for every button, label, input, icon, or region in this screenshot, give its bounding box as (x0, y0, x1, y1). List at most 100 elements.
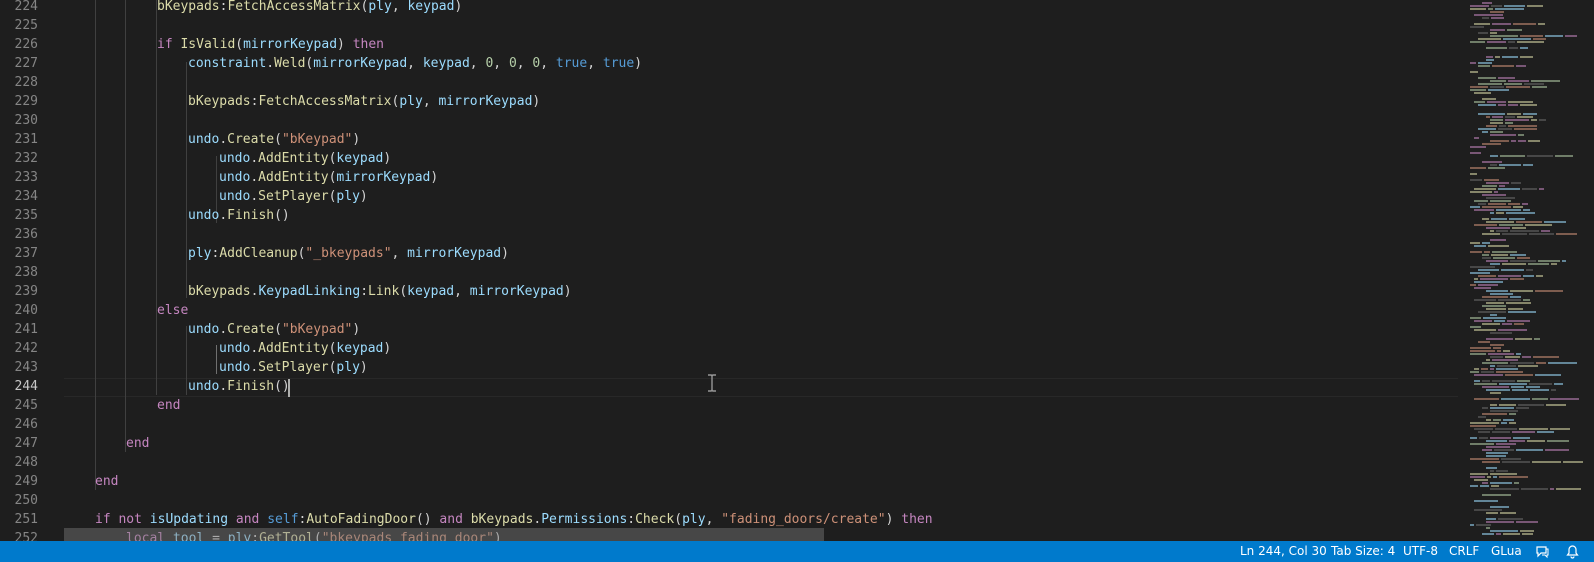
minimap-token (1554, 383, 1563, 385)
minimap-token (1470, 191, 1492, 193)
minimap-token (1536, 362, 1546, 364)
code-token: ply (336, 189, 360, 204)
minimap-token (1490, 344, 1504, 346)
minimap-token (1470, 206, 1480, 208)
code-area[interactable]: bKeypads:FetchAccessMatrix(ply, keypad) i… (64, 0, 1458, 541)
minimap-token (1508, 308, 1523, 310)
code-token: if (157, 37, 181, 52)
minimap-token (1523, 164, 1533, 166)
minimap-token (1494, 191, 1498, 193)
minimap-token (1510, 290, 1533, 292)
line-number: 239 (14, 284, 38, 299)
feedback-icon[interactable] (1535, 544, 1550, 559)
minimap-token (1470, 251, 1482, 253)
minimap-token (1507, 320, 1530, 322)
code-token: : (627, 512, 636, 527)
minimap-token (1482, 254, 1489, 256)
line-number: 248 (14, 455, 38, 470)
code-token: mirrorKeypad (313, 56, 408, 71)
line-ending[interactable]: CRLF (1449, 541, 1479, 562)
line-number-gutter[interactable]: 224 225 226 227 228 229 230 231 232 233 234 235 236 2… (0, 0, 60, 541)
minimap-token (1512, 227, 1526, 229)
minimap-token (1470, 458, 1499, 460)
minimap-token (1492, 380, 1515, 382)
minimap-token (1482, 305, 1506, 307)
minimap-token (1508, 104, 1518, 106)
minimap-token (1470, 350, 1495, 352)
minimap-token (1482, 131, 1488, 133)
minimap-token (1496, 470, 1508, 472)
minimap-token (1470, 167, 1486, 169)
minimap-token (1537, 431, 1554, 433)
language-mode[interactable]: GLua (1491, 541, 1522, 562)
minimap-token (1470, 347, 1491, 349)
minimap-token (1511, 386, 1524, 388)
minimap-token (1470, 152, 1481, 154)
line-number: 230 (14, 113, 38, 128)
code-line: end (157, 396, 1458, 415)
minimap-token (1506, 212, 1535, 214)
code-token: ) (337, 37, 353, 52)
encoding[interactable]: UTF-8 (1403, 541, 1438, 562)
minimap-token (1501, 422, 1507, 424)
code-token: ) (634, 56, 643, 71)
code-token: else (157, 303, 189, 318)
code-line: undo.Create("bKeypad") (188, 130, 1458, 149)
minimap-token (1474, 500, 1498, 502)
code-token: ply (399, 94, 423, 109)
line-number: 246 (14, 417, 38, 432)
minimap-token (1490, 404, 1497, 406)
code-token: Weld (274, 56, 306, 71)
horizontal-scrollbar[interactable] (64, 528, 824, 541)
code-token: , (493, 56, 509, 71)
minimap-token (1498, 188, 1520, 190)
minimap-token (1478, 113, 1505, 115)
minimap-token (1562, 260, 1566, 262)
minimap-token (1470, 5, 1489, 7)
minimap-token (1510, 230, 1539, 232)
code-token: ( (235, 37, 244, 52)
minimap-token (1490, 122, 1503, 124)
minimap-token (1482, 407, 1488, 409)
code-line: bKeypads.KeypadLinking:Link(keypad, mirr… (188, 282, 1458, 301)
minimap-token (1496, 371, 1523, 373)
code-token: . (219, 208, 228, 223)
minimap-token (1550, 398, 1579, 400)
minimap-token (1474, 509, 1502, 511)
minimap-token (1482, 449, 1492, 451)
minimap-token (1499, 164, 1521, 166)
minimap-token (1474, 200, 1488, 202)
minimap[interactable] (1458, 0, 1594, 541)
code-editor[interactable]: 224 225 226 227 228 229 230 231 232 233 234 235 236 2… (0, 0, 1594, 541)
cursor-position[interactable]: Ln 244, Col 30 (1240, 541, 1327, 562)
code-line: constraint.Weld(mirrorKeypad, keypad, 0,… (188, 54, 1458, 73)
minimap-token (1474, 383, 1497, 385)
code-token: undo (188, 379, 220, 394)
code-token: bKeypads (470, 512, 534, 527)
code-token: constraint (188, 56, 267, 71)
minimap-token (1470, 476, 1485, 478)
bell-icon[interactable] (1565, 544, 1580, 559)
minimap-token (1527, 5, 1543, 7)
code-token: ) (383, 341, 392, 356)
minimap-token (1522, 188, 1537, 190)
minimap-token (1484, 179, 1499, 181)
minimap-token (1482, 98, 1496, 100)
code-token: AddEntity (258, 170, 329, 185)
minimap-token (1516, 221, 1542, 223)
code-token: end (95, 474, 119, 489)
minimap-token (1482, 296, 1508, 298)
minimap-token (1495, 8, 1524, 10)
minimap-token (1509, 413, 1516, 415)
minimap-token (1523, 275, 1534, 277)
minimap-token (1490, 155, 1498, 157)
minimap-token (1503, 350, 1510, 352)
code-token: Create (227, 132, 275, 147)
minimap-token (1501, 458, 1521, 460)
minimap-token (1509, 440, 1525, 442)
minimap-token (1509, 218, 1525, 220)
code-token: ( (274, 322, 282, 337)
minimap-token (1514, 482, 1519, 484)
tab-size[interactable]: Tab Size: 4 (1331, 541, 1395, 562)
minimap-token (1496, 443, 1516, 445)
